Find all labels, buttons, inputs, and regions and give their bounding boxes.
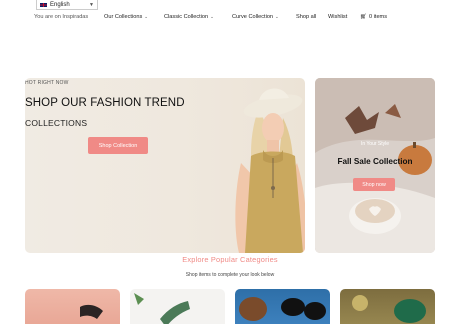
cart-link[interactable]: 🛒︎ 0 items — [360, 14, 387, 20]
category-photo — [239, 297, 326, 321]
language-label: English — [50, 1, 70, 8]
nav-shop-all[interactable]: Shop all — [296, 14, 316, 20]
nav-wishlist[interactable]: Wishlist — [328, 14, 347, 20]
shop-now-button[interactable]: Shop now — [353, 178, 395, 191]
category-cards — [0, 289, 460, 324]
model-photo — [235, 88, 305, 253]
cart-label: 0 items — [368, 14, 388, 20]
nav-item-label: Classic Collection — [164, 14, 209, 20]
hero-title: SHOP OUR FASHION TREND — [25, 97, 185, 109]
category-photo — [134, 293, 190, 324]
fall-sale-banner: In Your Style Fall Sale Collection Shop … — [315, 78, 435, 253]
location-text: You are on Inspiradas — [34, 14, 89, 20]
hero-banner: HOT RIGHT NOW SHOP OUR FASHION TREND COL… — [25, 78, 305, 253]
category-card-4[interactable] — [340, 289, 435, 324]
categories-title: Explore Popular Categories — [182, 255, 278, 264]
chevron-down-icon: ⌄ — [144, 14, 149, 19]
fall-title: Fall Sale Collection — [337, 157, 413, 166]
nav-classic-collection[interactable]: Classic Collection ⌄ — [164, 14, 214, 20]
uk-flag-icon — [39, 1, 48, 8]
top-navigation: You are on Inspiradas Our Collections ⌄ C… — [0, 12, 460, 24]
chevron-down-icon: ⌄ — [275, 14, 279, 19]
category-photo — [80, 304, 103, 319]
category-card-3[interactable] — [235, 289, 330, 324]
language-selector[interactable]: English ▼ — [36, 0, 98, 10]
nav-curve-collection[interactable]: Curve Collection ⌄ — [232, 14, 279, 20]
nav-item-label: Our Collections — [104, 14, 143, 20]
cart-icon: 🛒︎ — [360, 14, 367, 20]
chevron-down-icon: ⌄ — [210, 14, 214, 19]
category-photo — [352, 295, 426, 323]
categories-subtitle: Shop items to complete your look below — [185, 272, 275, 278]
category-card-2[interactable] — [130, 289, 225, 324]
category-card-1[interactable] — [25, 289, 120, 324]
shop-collection-button[interactable]: Shop Collection — [88, 137, 148, 154]
fall-tag: In Your Style — [360, 141, 390, 147]
chevron-down-icon: ▼ — [89, 1, 94, 8]
nav-item-label: Curve Collection — [232, 14, 274, 20]
nav-our-collections[interactable]: Our Collections ⌄ — [104, 14, 148, 20]
hero-eyebrow: HOT RIGHT NOW — [25, 80, 69, 86]
hero-subtitle: COLLECTIONS — [25, 118, 88, 128]
